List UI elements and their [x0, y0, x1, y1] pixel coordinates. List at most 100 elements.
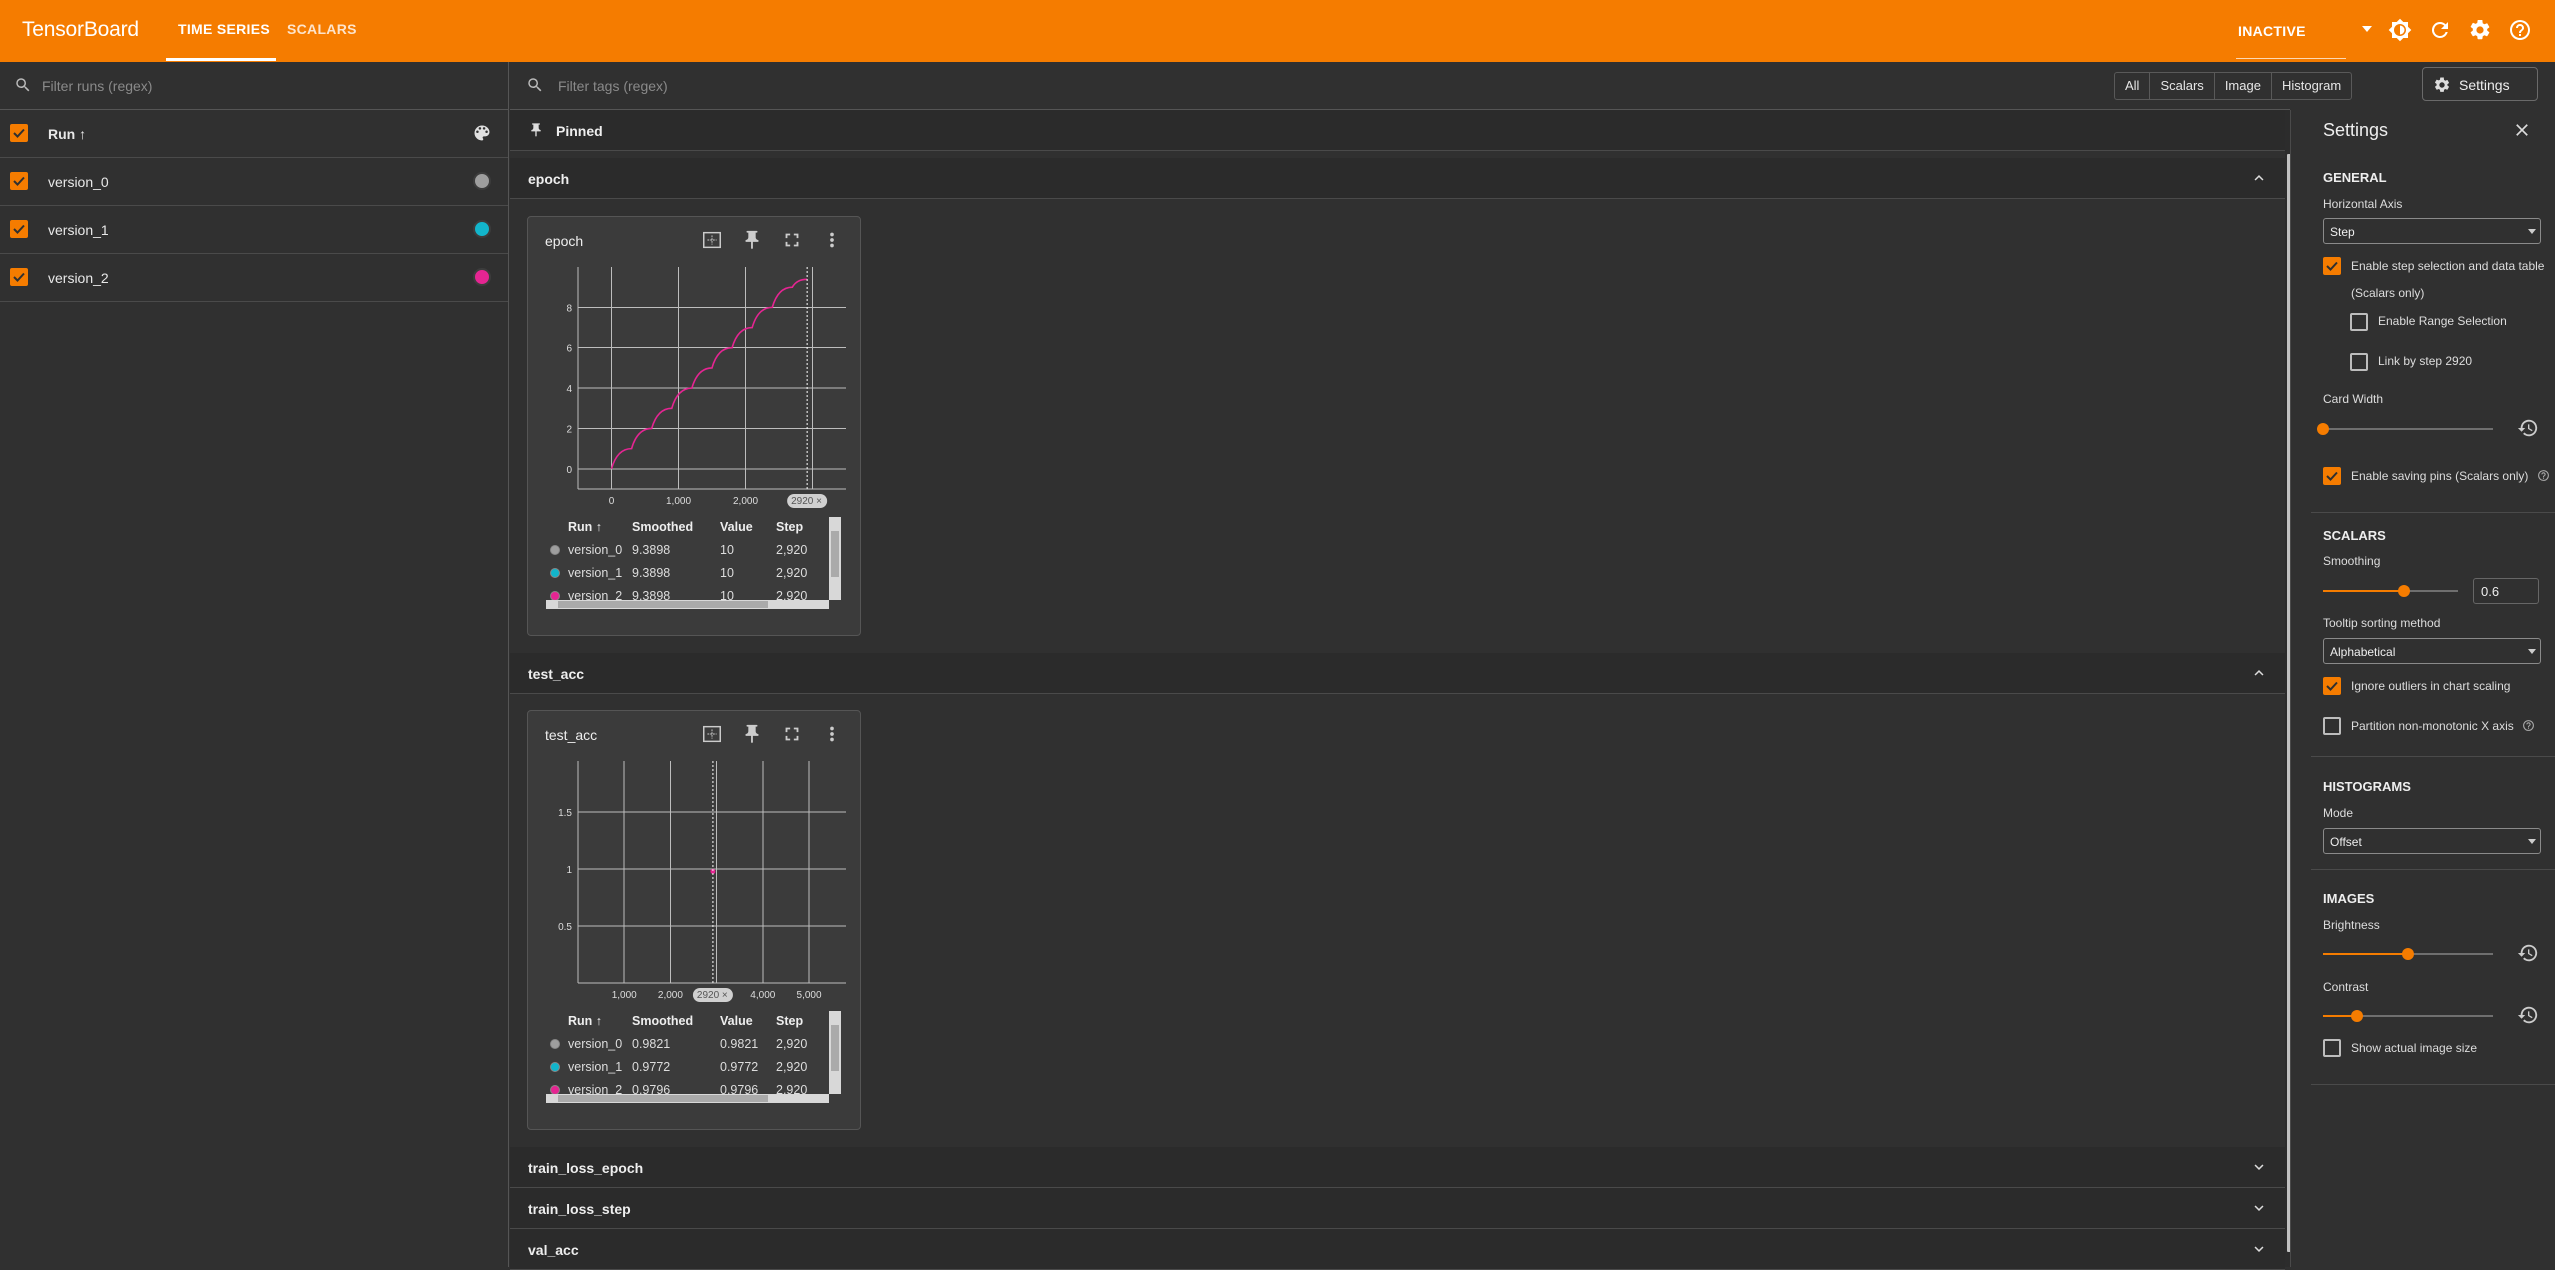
palette-icon[interactable]: [472, 123, 492, 143]
chevron-up-icon[interactable]: [2250, 664, 2268, 682]
filter-scalars-button[interactable]: Scalars: [2150, 73, 2215, 99]
reset-icon[interactable]: [2517, 417, 2539, 439]
run-column-header[interactable]: Run ↑: [48, 126, 86, 142]
scalars-section-title: SCALARS: [2323, 528, 2386, 543]
fit-domain-icon[interactable]: [701, 723, 723, 745]
table-header-value[interactable]: Value: [720, 520, 753, 534]
runs-filter-input[interactable]: [40, 75, 464, 97]
group-header-train-loss-step[interactable]: train_loss_step: [510, 1188, 2285, 1229]
tooltip-sort-select[interactable]: Alphabetical: [2323, 638, 2541, 664]
reset-icon[interactable]: [2517, 1004, 2539, 1026]
chevron-down-icon[interactable]: [2250, 1240, 2268, 1258]
table-vertical-scrollbar[interactable]: [829, 517, 841, 600]
filter-histogram-button[interactable]: Histogram: [2272, 73, 2351, 99]
settings-title: Settings: [2323, 120, 2389, 140]
actual-size-checkbox[interactable]: [2323, 1039, 2341, 1057]
more-vert-icon[interactable]: [821, 723, 843, 745]
step-marker-label: 2920: [697, 990, 720, 1001]
tab-time-series[interactable]: TIME SERIES: [178, 21, 270, 37]
tab-scalars[interactable]: SCALARS: [287, 21, 357, 37]
line-chart-epoch[interactable]: 0 2 4 6 8 0 1,000 2,000 2920 ×: [528, 259, 860, 511]
more-vert-icon[interactable]: [821, 229, 843, 251]
run-checkbox[interactable]: [10, 268, 28, 286]
table-header-step[interactable]: Step: [776, 1014, 803, 1028]
run-color-dot: [550, 1062, 560, 1072]
run-color-dot: [550, 545, 560, 555]
run-row[interactable]: version_1: [0, 206, 508, 254]
group-header-train-loss-epoch[interactable]: train_loss_epoch: [510, 1147, 2285, 1188]
ignore-outliers-checkbox[interactable]: [2323, 677, 2341, 695]
run-row[interactable]: version_0: [0, 158, 508, 206]
help-icon[interactable]: [2537, 469, 2550, 482]
card-width-slider-track[interactable]: [2323, 428, 2493, 430]
group-header-epoch[interactable]: epoch: [510, 158, 2285, 199]
run-color-swatch[interactable]: [473, 268, 491, 286]
table-cell-run: version_0: [568, 1037, 623, 1051]
help-icon[interactable]: [2508, 18, 2532, 42]
contrast-slider-thumb[interactable]: [2351, 1010, 2363, 1022]
smoothing-slider-thumb[interactable]: [2398, 585, 2410, 597]
chevron-down-icon[interactable]: [2250, 1199, 2268, 1217]
x-tick-label: 1,000: [612, 990, 637, 1001]
table-header-value[interactable]: Value: [720, 1014, 753, 1028]
search-icon: [16, 78, 30, 92]
pin-card-icon[interactable]: [741, 723, 763, 745]
table-horizontal-scrollbar[interactable]: [546, 600, 829, 609]
filter-all-button[interactable]: All: [2115, 73, 2151, 99]
table-header-run[interactable]: Run ↑: [568, 1014, 602, 1028]
fit-domain-icon[interactable]: [701, 229, 723, 251]
smoothing-slider-fill: [2323, 590, 2404, 592]
table-vertical-scrollbar[interactable]: [829, 1011, 841, 1094]
theme-toggle-icon[interactable]: [2388, 18, 2412, 42]
caret-down-icon[interactable]: [2362, 26, 2372, 32]
x-tick-label: 2,000: [658, 990, 683, 1001]
chevron-up-icon[interactable]: [2250, 169, 2268, 187]
horizontal-axis-select[interactable]: Step: [2323, 218, 2541, 244]
run-row[interactable]: version_2: [0, 254, 508, 302]
table-header-smoothed[interactable]: Smoothed: [632, 1014, 693, 1028]
help-icon[interactable]: [2522, 719, 2535, 732]
select-all-runs-checkbox[interactable]: [10, 124, 28, 142]
tags-filter-input[interactable]: [556, 75, 1160, 97]
horizontal-axis-value: Step: [2330, 225, 2355, 239]
range-selection-checkbox[interactable]: [2350, 313, 2368, 331]
table-cell-run: version_1: [568, 1060, 623, 1074]
run-checkbox[interactable]: [10, 172, 28, 190]
refresh-icon[interactable]: [2428, 18, 2452, 42]
brightness-slider-thumb[interactable]: [2402, 948, 2414, 960]
close-icon[interactable]: [2512, 120, 2532, 140]
link-by-step-checkbox[interactable]: [2350, 353, 2368, 371]
settings-gear-icon[interactable]: [2468, 18, 2492, 42]
table-horizontal-scrollbar[interactable]: [546, 1094, 829, 1103]
scalar-card-epoch: epoch 0 2 4 6 8 0 1,000 2,000 2920 × Run ↑ Smo…: [527, 216, 861, 636]
group-title: epoch: [528, 171, 570, 187]
partition-checkbox[interactable]: [2323, 717, 2341, 735]
card-title: test_acc: [545, 727, 598, 743]
table-header-run[interactable]: Run ↑: [568, 520, 602, 534]
run-checkbox[interactable]: [10, 220, 28, 238]
pinned-group-header: Pinned: [510, 110, 2285, 151]
table-header-smoothed[interactable]: Smoothed: [632, 520, 693, 534]
run-name: version_1: [48, 222, 109, 238]
data-table: Run ↑ Smoothed Value Step version_0 0.98…: [546, 1011, 842, 1103]
pin-card-icon[interactable]: [741, 229, 763, 251]
reset-icon[interactable]: [2517, 942, 2539, 964]
chevron-down-icon[interactable]: [2250, 1158, 2268, 1176]
filter-image-button[interactable]: Image: [2215, 73, 2272, 99]
card-width-slider-thumb[interactable]: [2317, 423, 2329, 435]
histogram-mode-select[interactable]: Offset: [2323, 828, 2541, 854]
reload-status-select[interactable]: INACTIVE: [2238, 23, 2306, 39]
smoothing-input[interactable]: 0.6: [2473, 578, 2539, 604]
table-header-step[interactable]: Step: [776, 520, 803, 534]
step-selection-checkbox[interactable]: [2323, 257, 2341, 275]
group-header-test-acc[interactable]: test_acc: [510, 653, 2285, 694]
fullscreen-icon[interactable]: [781, 229, 803, 251]
saving-pins-checkbox[interactable]: [2323, 467, 2341, 485]
run-color-swatch[interactable]: [473, 172, 491, 190]
scatter-chart-test-acc[interactable]: 0.5 1 1.5 1,000 2,000 4,000 5,000 2920 ×: [528, 753, 860, 1005]
settings-toggle-button[interactable]: Settings: [2422, 67, 2538, 101]
run-color-swatch[interactable]: [473, 220, 491, 238]
pin-icon: [531, 123, 541, 137]
fullscreen-icon[interactable]: [781, 723, 803, 745]
group-header-val-acc[interactable]: val_acc: [510, 1229, 2285, 1270]
